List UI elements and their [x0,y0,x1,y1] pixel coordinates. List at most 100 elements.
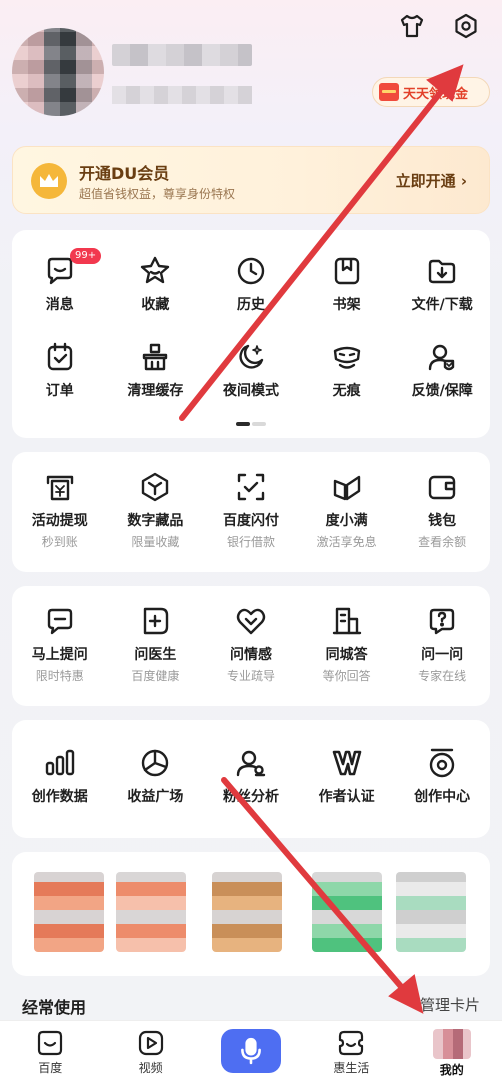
grid-item-feedback[interactable]: 反馈/保障 [394,340,490,400]
page-dot [252,422,266,426]
grid-item-history[interactable]: 历史 [203,254,299,314]
finance-sub: 查看余额 [418,535,467,549]
cube-icon [138,470,172,504]
creator-item-fans[interactable]: 粉丝分析 [203,746,299,806]
nav-label: 我的 [439,1063,464,1077]
daily-cash-button[interactable]: 天天领现金 [372,77,490,107]
creator-item-verify[interactable]: 作者认证 [299,746,395,806]
consult-sub: 百度健康 [131,669,180,683]
finance-label: 百度闪付 [222,513,279,529]
moon-icon [234,340,268,374]
page-indicator [236,422,266,426]
crown-icon [31,163,67,199]
consult-sub: 限时特惠 [35,669,84,683]
finance-sub: 限量收藏 [131,535,180,549]
grid-item-night-mode[interactable]: 夜间模式 [203,340,299,400]
consult-card: 马上提问 限时特惠 问医生 百度健康 问情感 专业疏导 同城答 等你回答 问一问… [12,586,490,706]
mask-icon [330,340,364,374]
recommend-item-blurred[interactable] [312,872,382,952]
nav-label: 惠生活 [333,1061,370,1075]
grid-item-orders[interactable]: 订单 [12,340,108,400]
nav-item-voice[interactable] [201,1021,301,1080]
frequent-use-title: 经常使用 [22,998,87,1017]
vip-banner[interactable]: 开通DU会员 超值省钱权益，尊享身份特权 立即开通 › [12,146,490,214]
nav-item-mine[interactable]: 我的 [402,1021,502,1080]
heart-icon [234,604,268,638]
consult-label: 马上提问 [31,647,88,663]
baidu-icon [38,1030,63,1056]
recommend-item-blurred[interactable] [396,872,466,952]
creator-label: 粉丝分析 [222,789,279,805]
pie-icon [138,746,172,780]
vip-subtitle: 超值省钱权益，尊享身份特权 [79,187,236,201]
creator-item-revenue[interactable]: 收益广场 [108,746,204,806]
avatar[interactable] [12,28,104,116]
creator-label: 创作数据 [31,789,88,805]
consult-item-ask[interactable]: 马上提问 限时特惠 [12,604,108,684]
feedback-icon [425,340,459,374]
finance-label: 度小满 [325,513,368,529]
grid-item-clear-cache[interactable]: 清理缓存 [108,340,204,400]
grid-item-incognito[interactable]: 无痕 [299,340,395,400]
finance-label: 数字藏品 [127,513,184,529]
bar-chart-icon [43,746,77,780]
manage-cards-link[interactable]: 管理卡片 [420,994,480,1015]
consult-label: 问情感 [229,647,272,663]
consult-sub: 专家在线 [418,669,467,683]
recommend-item-blurred[interactable] [212,872,282,952]
grid-item-favorites[interactable]: 收藏 [108,254,204,314]
consult-row: 马上提问 限时特惠 问医生 百度健康 问情感 专业疏导 同城答 等你回答 问一问… [12,604,490,684]
creator-center-icon [425,746,459,780]
grid-item-label: 订单 [45,383,74,399]
recommend-item-blurred[interactable] [116,872,186,952]
bookmark-icon [330,254,364,288]
grid-item-label: 文件/下载 [411,297,473,313]
nav-item-video[interactable]: 视频 [100,1021,200,1080]
download-icon [425,254,459,288]
clock-icon [234,254,268,288]
creator-label: 创作中心 [414,789,471,805]
consult-item-city[interactable]: 同城答 等你回答 [299,604,395,684]
city-icon [330,604,364,638]
grid-item-downloads[interactable]: 文件/下载 [394,254,490,314]
creator-item-data[interactable]: 创作数据 [12,746,108,806]
consult-item-ask-one[interactable]: 问一问 专家在线 [394,604,490,684]
consult-item-emotion[interactable]: 问情感 专业疏导 [203,604,299,684]
grid-item-bookshelf[interactable]: 书架 [299,254,395,314]
red-envelope-icon [379,83,399,101]
scan-pay-icon [234,470,268,504]
finance-item-wallet[interactable]: 钱包 查看余额 [394,470,490,550]
finance-item-flash-pay[interactable]: 百度闪付 银行借款 [203,470,299,550]
ask-icon [43,604,77,638]
profile-icon [432,1029,471,1059]
creator-row: 创作数据 收益广场 粉丝分析 作者认证 创作中心 [12,746,490,806]
vip-open-button[interactable]: 立即开通 › [396,170,467,191]
wallet-icon [425,470,459,504]
gear-icon[interactable] [452,12,480,40]
recommend-item-blurred[interactable] [34,872,104,952]
creator-item-center[interactable]: 创作中心 [394,746,490,806]
nav-item-life[interactable]: 惠生活 [301,1021,401,1080]
grid-item-messages[interactable]: 99+ 消息 [12,248,108,314]
finance-item-duxiaoman[interactable]: 度小满 激活享免息 [299,470,395,550]
nav-item-baidu[interactable]: 百度 [0,1021,100,1080]
recommend-card [12,852,490,976]
username-blurred [112,44,252,66]
finance-item-nft[interactable]: 数字藏品 限量收藏 [108,470,204,550]
finance-sub: 银行借款 [226,535,275,549]
shirt-icon[interactable] [398,12,426,40]
quick-tools-row-1: 99+ 消息 收藏 历史 书架 文件/下载 [12,248,490,314]
withdraw-icon [43,470,77,504]
consult-sub: 专业疏导 [226,669,275,683]
finance-label: 活动提现 [31,513,88,529]
grid-item-label: 清理缓存 [127,383,184,399]
daily-cash-label: 天天领现金 [403,86,469,102]
quick-tools-card: 99+ 消息 收藏 历史 书架 文件/下载 订单 清理缓存 夜间模式 无痕 反馈… [12,230,490,438]
consult-item-doctor[interactable]: 问医生 百度健康 [108,604,204,684]
consult-label: 问一问 [421,647,464,663]
star-icon [138,254,172,288]
finance-item-withdraw[interactable]: 活动提现 秒到账 [12,470,108,550]
user-info-blurred [112,86,252,104]
video-icon [138,1030,163,1056]
finance-sub: 秒到账 [41,535,78,549]
